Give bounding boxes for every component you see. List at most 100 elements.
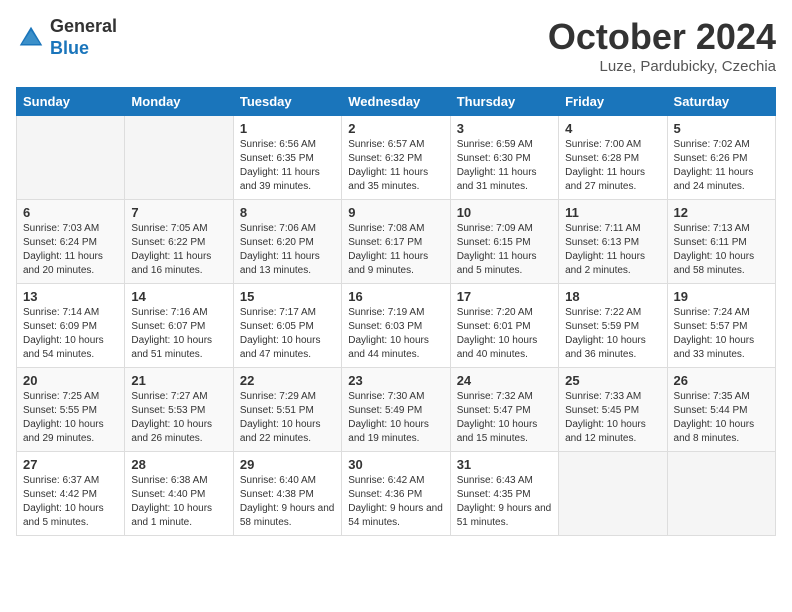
calendar-week-3: 13 Sunrise: 7:14 AM Sunset: 6:09 PM Dayli… bbox=[17, 284, 776, 368]
day-info: Sunrise: 7:11 AM Sunset: 6:13 PM Dayligh… bbox=[565, 222, 660, 278]
calendar-cell: 29 Sunrise: 6:40 AM Sunset: 4:38 PM Dayli… bbox=[233, 452, 341, 536]
calendar-cell bbox=[125, 116, 233, 200]
header-thursday: Thursday bbox=[450, 88, 558, 116]
calendar-cell: 25Sunrise: 7:33 AM Sunset: 5:45 PM Dayli… bbox=[559, 368, 667, 452]
day-number: 18 bbox=[565, 289, 660, 304]
calendar-cell: 19 Sunrise: 7:24 AM Sunset: 5:57 PM Dayli… bbox=[667, 284, 775, 368]
day-number: 25 bbox=[565, 373, 660, 388]
calendar-cell: 30 Sunrise: 6:42 AM Sunset: 4:36 PM Dayli… bbox=[342, 452, 450, 536]
calendar-cell: 28 Sunrise: 6:38 AM Sunset: 4:40 PM Dayli… bbox=[125, 452, 233, 536]
calendar-cell: 20 Sunrise: 7:25 AM Sunset: 5:55 PM Dayli… bbox=[17, 368, 125, 452]
calendar-cell: 16 Sunrise: 7:19 AM Sunset: 6:03 PM Dayli… bbox=[342, 284, 450, 368]
logo: General Blue bbox=[16, 16, 117, 59]
calendar-cell: 13 Sunrise: 7:14 AM Sunset: 6:09 PM Dayli… bbox=[17, 284, 125, 368]
day-info: Sunrise: 7:29 AM Sunset: 5:51 PM Dayligh… bbox=[240, 390, 335, 446]
calendar-cell: 22Sunrise: 7:29 AM Sunset: 5:51 PM Dayli… bbox=[233, 368, 341, 452]
day-number: 1 bbox=[240, 121, 335, 136]
day-info: Sunrise: 7:14 AM Sunset: 6:09 PM Dayligh… bbox=[23, 306, 118, 362]
calendar-cell: 12 Sunrise: 7:13 AM Sunset: 6:11 PM Dayli… bbox=[667, 200, 775, 284]
calendar-cell bbox=[17, 116, 125, 200]
day-number: 16 bbox=[348, 289, 443, 304]
logo-icon bbox=[16, 23, 46, 53]
calendar-cell: 3Sunrise: 6:59 AM Sunset: 6:30 PM Daylig… bbox=[450, 116, 558, 200]
day-number: 29 bbox=[240, 457, 335, 472]
header-sunday: Sunday bbox=[17, 88, 125, 116]
day-number: 30 bbox=[348, 457, 443, 472]
header-wednesday: Wednesday bbox=[342, 88, 450, 116]
calendar-week-4: 20 Sunrise: 7:25 AM Sunset: 5:55 PM Dayli… bbox=[17, 368, 776, 452]
calendar-cell: 7 Sunrise: 7:05 AM Sunset: 6:22 PM Daylig… bbox=[125, 200, 233, 284]
day-info: Sunrise: 7:22 AM Sunset: 5:59 PM Dayligh… bbox=[565, 306, 660, 362]
day-info: Sunrise: 7:02 AM Sunset: 6:26 PM Dayligh… bbox=[674, 138, 769, 194]
page-header: General Blue October 2024 Luze, Pardubic… bbox=[16, 16, 776, 75]
day-info: Sunrise: 7:32 AM Sunset: 5:47 PM Dayligh… bbox=[457, 390, 552, 446]
calendar-cell: 27Sunrise: 6:37 AM Sunset: 4:42 PM Dayli… bbox=[17, 452, 125, 536]
calendar-cell: 17Sunrise: 7:20 AM Sunset: 6:01 PM Dayli… bbox=[450, 284, 558, 368]
header-monday: Monday bbox=[125, 88, 233, 116]
day-number: 31 bbox=[457, 457, 552, 472]
calendar-week-1: 1Sunrise: 6:56 AM Sunset: 6:35 PM Daylig… bbox=[17, 116, 776, 200]
day-info: Sunrise: 6:57 AM Sunset: 6:32 PM Dayligh… bbox=[348, 138, 443, 194]
calendar-cell: 11 Sunrise: 7:11 AM Sunset: 6:13 PM Dayli… bbox=[559, 200, 667, 284]
day-number: 27 bbox=[23, 457, 118, 472]
day-info: Sunrise: 6:42 AM Sunset: 4:36 PM Dayligh… bbox=[348, 474, 443, 530]
calendar-cell: 8Sunrise: 7:06 AM Sunset: 6:20 PM Daylig… bbox=[233, 200, 341, 284]
calendar-cell: 31 Sunrise: 6:43 AM Sunset: 4:35 PM Dayli… bbox=[450, 452, 558, 536]
day-number: 5 bbox=[674, 121, 769, 136]
day-info: Sunrise: 7:00 AM Sunset: 6:28 PM Dayligh… bbox=[565, 138, 660, 194]
day-info: Sunrise: 6:38 AM Sunset: 4:40 PM Dayligh… bbox=[131, 474, 226, 530]
day-info: Sunrise: 6:59 AM Sunset: 6:30 PM Dayligh… bbox=[457, 138, 552, 194]
calendar-week-2: 6Sunrise: 7:03 AM Sunset: 6:24 PM Daylig… bbox=[17, 200, 776, 284]
calendar-cell bbox=[559, 452, 667, 536]
day-number: 7 bbox=[131, 205, 226, 220]
day-number: 9 bbox=[348, 205, 443, 220]
header-tuesday: Tuesday bbox=[233, 88, 341, 116]
calendar-cell: 26Sunrise: 7:35 AM Sunset: 5:44 PM Dayli… bbox=[667, 368, 775, 452]
day-info: Sunrise: 7:13 AM Sunset: 6:11 PM Dayligh… bbox=[674, 222, 769, 278]
day-info: Sunrise: 6:40 AM Sunset: 4:38 PM Dayligh… bbox=[240, 474, 335, 530]
day-info: Sunrise: 7:25 AM Sunset: 5:55 PM Dayligh… bbox=[23, 390, 118, 446]
calendar-cell: 23 Sunrise: 7:30 AM Sunset: 5:49 PM Dayli… bbox=[342, 368, 450, 452]
day-number: 23 bbox=[348, 373, 443, 388]
day-number: 20 bbox=[23, 373, 118, 388]
day-info: Sunrise: 7:09 AM Sunset: 6:15 PM Dayligh… bbox=[457, 222, 552, 278]
day-number: 15 bbox=[240, 289, 335, 304]
day-number: 21 bbox=[131, 373, 226, 388]
day-info: Sunrise: 7:35 AM Sunset: 5:44 PM Dayligh… bbox=[674, 390, 769, 446]
calendar-cell: 1Sunrise: 6:56 AM Sunset: 6:35 PM Daylig… bbox=[233, 116, 341, 200]
day-info: Sunrise: 7:08 AM Sunset: 6:17 PM Dayligh… bbox=[348, 222, 443, 278]
calendar-cell: 21 Sunrise: 7:27 AM Sunset: 5:53 PM Dayli… bbox=[125, 368, 233, 452]
day-info: Sunrise: 7:30 AM Sunset: 5:49 PM Dayligh… bbox=[348, 390, 443, 446]
header-saturday: Saturday bbox=[667, 88, 775, 116]
calendar-cell: 14Sunrise: 7:16 AM Sunset: 6:07 PM Dayli… bbox=[125, 284, 233, 368]
day-info: Sunrise: 7:27 AM Sunset: 5:53 PM Dayligh… bbox=[131, 390, 226, 446]
day-info: Sunrise: 7:16 AM Sunset: 6:07 PM Dayligh… bbox=[131, 306, 226, 362]
day-info: Sunrise: 7:05 AM Sunset: 6:22 PM Dayligh… bbox=[131, 222, 226, 278]
day-info: Sunrise: 6:43 AM Sunset: 4:35 PM Dayligh… bbox=[457, 474, 552, 530]
day-number: 13 bbox=[23, 289, 118, 304]
calendar-cell: 2 Sunrise: 6:57 AM Sunset: 6:32 PM Daylig… bbox=[342, 116, 450, 200]
day-number: 19 bbox=[674, 289, 769, 304]
calendar-cell: 6Sunrise: 7:03 AM Sunset: 6:24 PM Daylig… bbox=[17, 200, 125, 284]
logo-text: General Blue bbox=[50, 16, 117, 59]
calendar-week-5: 27Sunrise: 6:37 AM Sunset: 4:42 PM Dayli… bbox=[17, 452, 776, 536]
calendar-cell: 5 Sunrise: 7:02 AM Sunset: 6:26 PM Daylig… bbox=[667, 116, 775, 200]
day-number: 4 bbox=[565, 121, 660, 136]
calendar-cell: 24Sunrise: 7:32 AM Sunset: 5:47 PM Dayli… bbox=[450, 368, 558, 452]
month-title: October 2024 bbox=[548, 16, 776, 58]
day-info: Sunrise: 7:24 AM Sunset: 5:57 PM Dayligh… bbox=[674, 306, 769, 362]
day-info: Sunrise: 7:19 AM Sunset: 6:03 PM Dayligh… bbox=[348, 306, 443, 362]
calendar-table: SundayMondayTuesdayWednesdayThursdayFrid… bbox=[16, 87, 776, 536]
day-info: Sunrise: 7:17 AM Sunset: 6:05 PM Dayligh… bbox=[240, 306, 335, 362]
day-info: Sunrise: 7:06 AM Sunset: 6:20 PM Dayligh… bbox=[240, 222, 335, 278]
day-number: 12 bbox=[674, 205, 769, 220]
day-number: 6 bbox=[23, 205, 118, 220]
day-info: Sunrise: 7:20 AM Sunset: 6:01 PM Dayligh… bbox=[457, 306, 552, 362]
day-number: 11 bbox=[565, 205, 660, 220]
day-number: 2 bbox=[348, 121, 443, 136]
day-number: 28 bbox=[131, 457, 226, 472]
calendar-header-row: SundayMondayTuesdayWednesdayThursdayFrid… bbox=[17, 88, 776, 116]
day-number: 10 bbox=[457, 205, 552, 220]
calendar-cell: 18 Sunrise: 7:22 AM Sunset: 5:59 PM Dayli… bbox=[559, 284, 667, 368]
calendar-cell: 4 Sunrise: 7:00 AM Sunset: 6:28 PM Daylig… bbox=[559, 116, 667, 200]
